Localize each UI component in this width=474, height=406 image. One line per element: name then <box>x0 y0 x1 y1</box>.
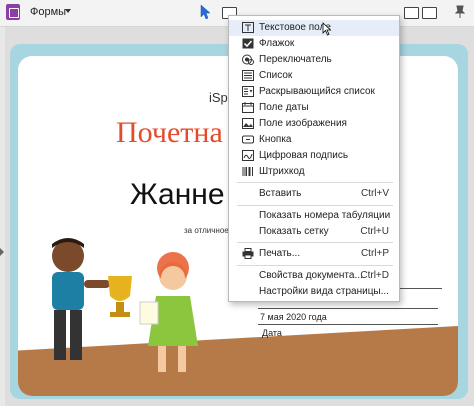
date-line <box>258 324 438 325</box>
menu-item-button[interactable]: Кнопка <box>229 132 399 148</box>
menu-item-text-field[interactable]: Текстовое поле <box>229 20 399 36</box>
kids-illustration <box>52 238 198 372</box>
menu-item-show-tab-numbers[interactable]: Показать номера табуляции <box>229 208 399 224</box>
signature-line <box>400 288 442 289</box>
image-field-icon <box>242 118 254 129</box>
menu-separator <box>237 205 393 206</box>
signature-tool-icon[interactable] <box>404 7 419 19</box>
list-icon <box>242 70 254 81</box>
button-icon <box>242 135 254 144</box>
menu-item-list[interactable]: Список <box>229 68 399 84</box>
mouse-pointer-icon <box>322 22 332 36</box>
menu-item-show-grid[interactable]: Показать сетку Ctrl+U <box>229 224 399 240</box>
menu-item-dropdown-list[interactable]: Раскрывающийся список <box>229 84 399 100</box>
menu-item-print[interactable]: Печать... Ctrl+P <box>229 246 399 262</box>
certificate-brand: iSp <box>209 90 228 105</box>
pin-icon[interactable] <box>454 5 466 19</box>
certificate-title: Почетна <box>116 116 223 149</box>
printer-icon <box>242 248 254 259</box>
expand-panel-icon[interactable] <box>0 248 4 256</box>
menu-item-checkbox[interactable]: Флажок <box>229 36 399 52</box>
barcode-icon <box>242 167 253 176</box>
certificate-date-label: Дата <box>262 328 282 338</box>
menu-item-date-field[interactable]: Поле даты <box>229 100 399 116</box>
menu-item-page-view-settings[interactable]: Настройки вида страницы... <box>229 284 399 300</box>
menu-item-digital-signature[interactable]: Цифровая подпись <box>229 148 399 164</box>
digital-signature-icon <box>242 150 254 161</box>
menu-separator <box>237 265 393 266</box>
certificate-reason: за отличное <box>184 226 229 235</box>
text-field-icon <box>242 22 254 33</box>
forms-icon <box>6 4 20 20</box>
menu-item-image-field[interactable]: Поле изображения <box>229 116 399 132</box>
chevron-down-icon[interactable] <box>65 9 71 13</box>
dropdown-list-icon <box>242 86 254 97</box>
date-top-line <box>258 308 438 309</box>
date-field-icon <box>242 102 254 113</box>
barcode-tool-icon[interactable] <box>422 7 437 19</box>
menu-separator <box>237 182 393 183</box>
menu-item-document-properties[interactable]: Свойства документа... Ctrl+D <box>229 268 399 284</box>
menu-item-barcode[interactable]: Штрихкод <box>229 164 399 180</box>
forms-dropdown-menu: Текстовое поле Флажок Переключатель Спис… <box>228 15 400 302</box>
radio-button-icon <box>242 54 254 65</box>
menu-separator <box>237 242 393 243</box>
menu-item-radio-button[interactable]: Переключатель <box>229 52 399 68</box>
select-arrow-icon[interactable] <box>200 4 212 20</box>
recipient-name: Жанне <box>130 178 225 211</box>
certificate-date-value: 7 мая 2020 года <box>260 312 327 322</box>
forms-menu-button[interactable]: Формы <box>30 6 66 18</box>
checkbox-icon <box>242 38 254 49</box>
menu-item-paste[interactable]: Вставить Ctrl+V <box>229 186 399 202</box>
